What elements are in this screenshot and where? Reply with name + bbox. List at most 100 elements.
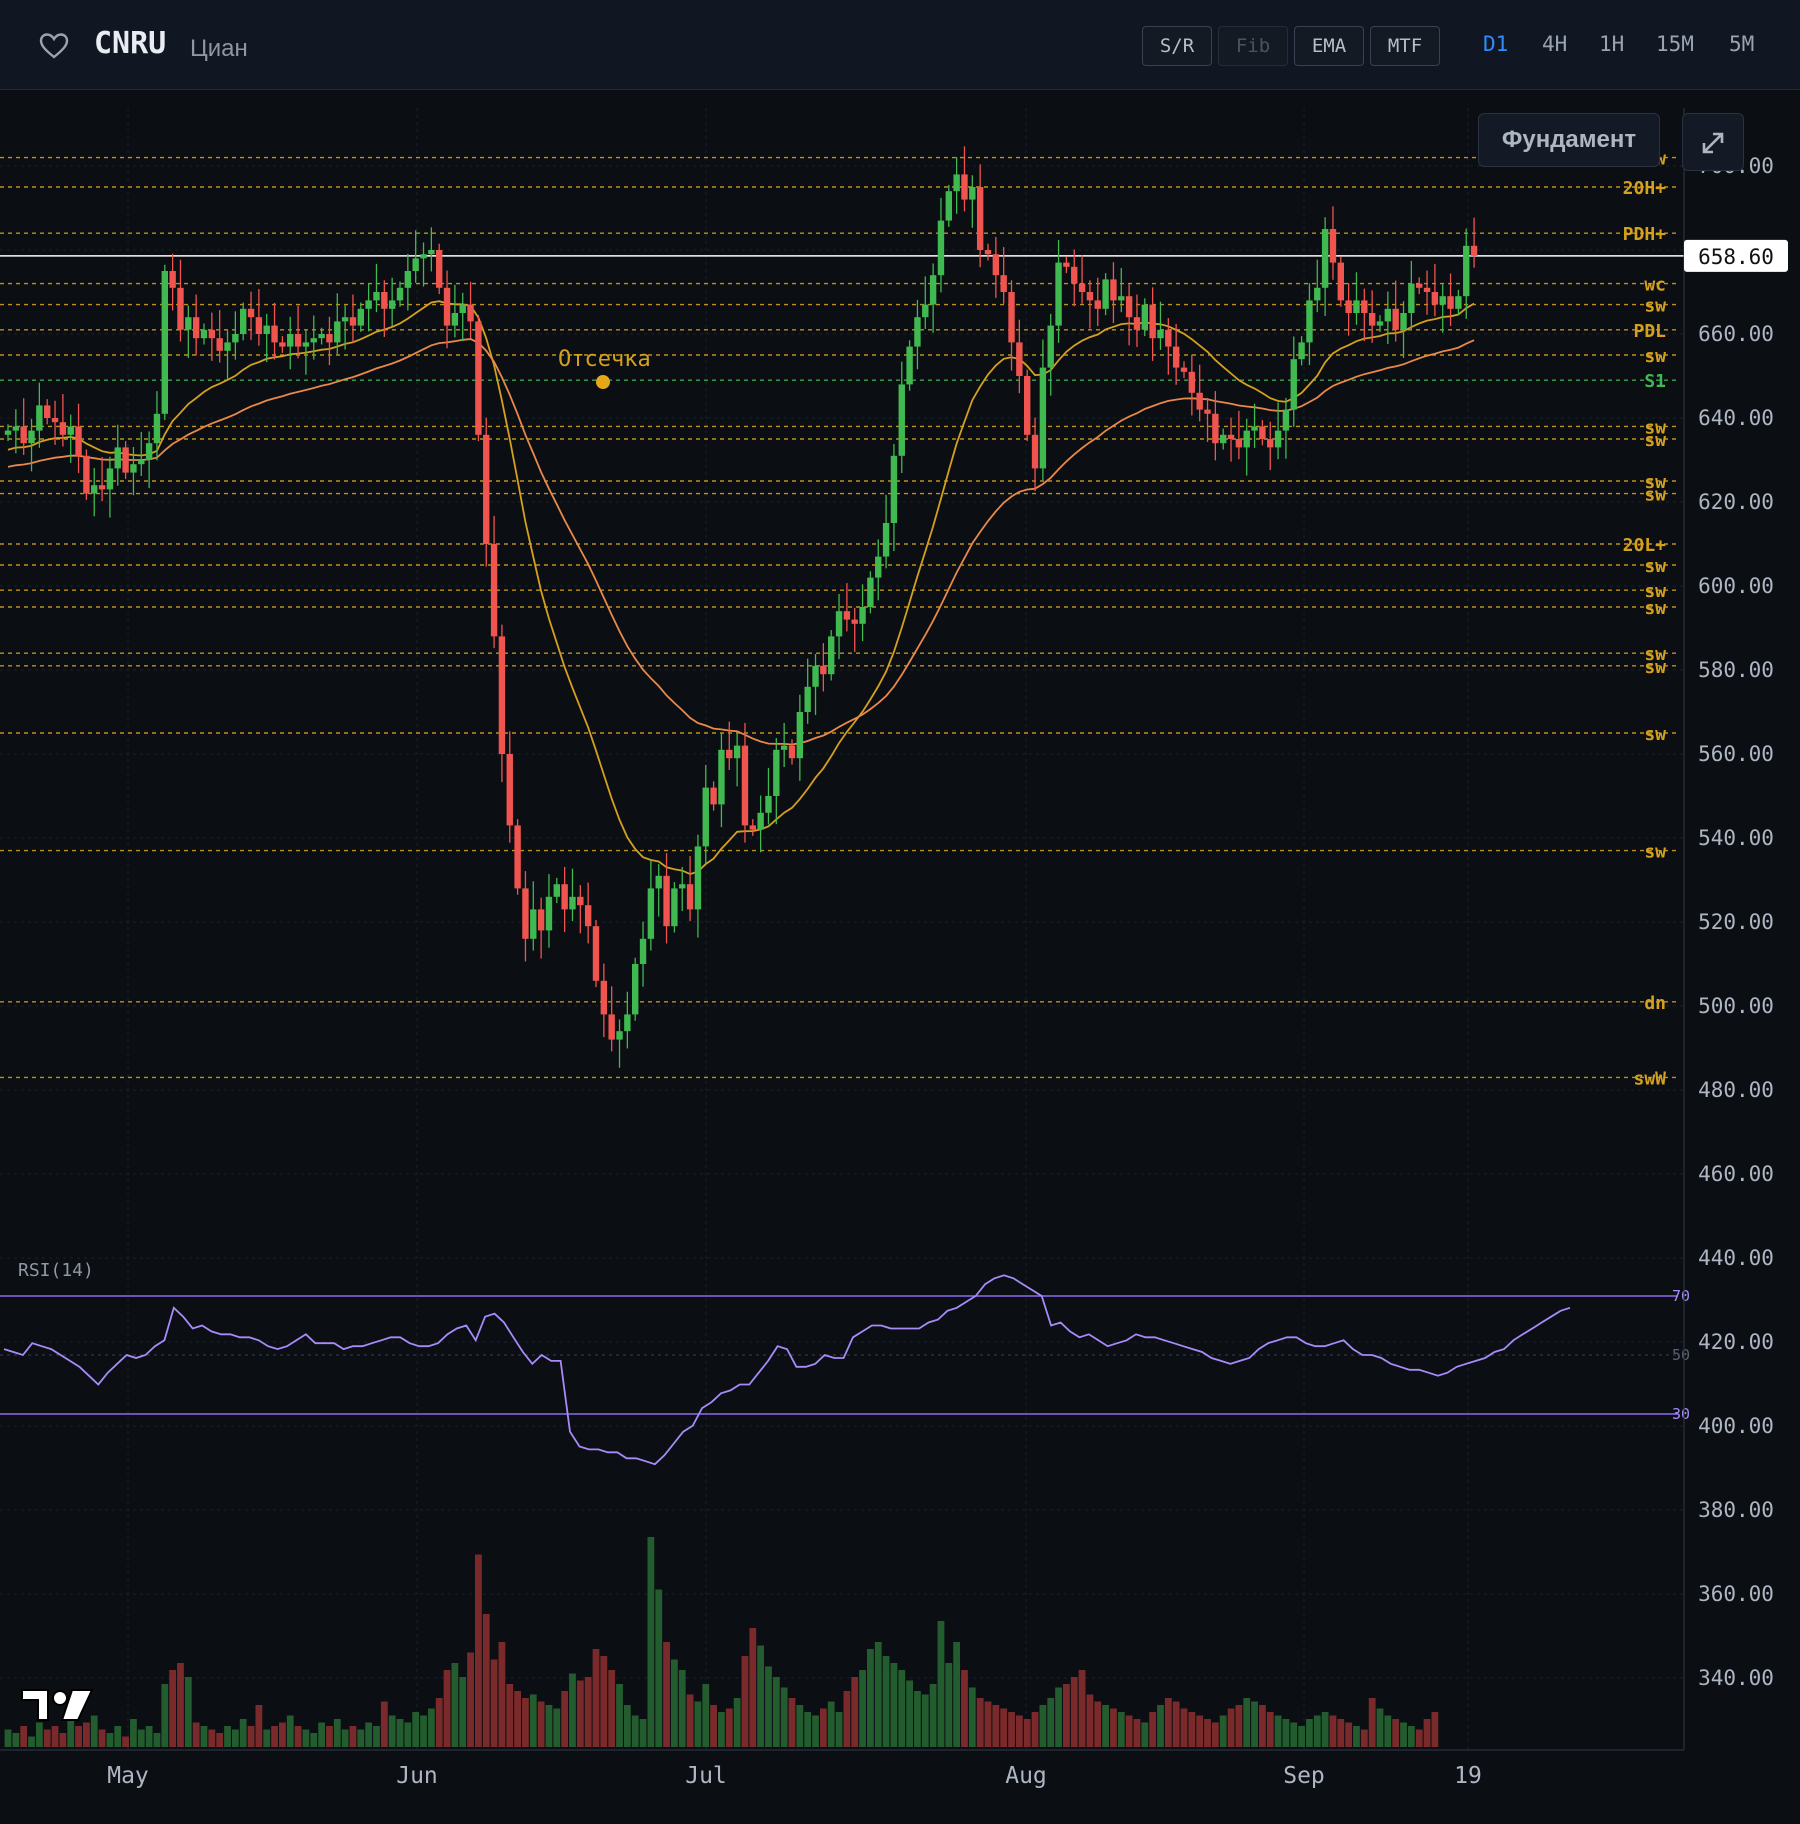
- candle-body: [169, 271, 176, 288]
- volume-bar: [718, 1712, 725, 1747]
- price-tick-label: 580.00: [1698, 658, 1774, 682]
- volume-bar: [623, 1705, 631, 1747]
- volume-bar: [59, 1733, 67, 1747]
- candle-body: [632, 964, 639, 1015]
- volume-bar: [279, 1722, 286, 1747]
- sr-toggle-button[interactable]: S/R: [1142, 26, 1212, 66]
- volume-bar: [451, 1663, 459, 1747]
- candle-body: [600, 980, 608, 1015]
- volume-bar: [28, 1736, 35, 1747]
- volume-bar: [1298, 1726, 1305, 1747]
- volume-bar: [388, 1715, 396, 1747]
- candle-body: [404, 271, 412, 288]
- rsi-label: RSI(14): [18, 1260, 94, 1281]
- candle-body: [467, 304, 474, 322]
- level-label: sw: [1644, 430, 1666, 451]
- volume-bar: [1008, 1712, 1015, 1747]
- expand-icon: [1702, 132, 1724, 154]
- volume-bar: [600, 1656, 608, 1747]
- volume-bar: [1157, 1705, 1164, 1747]
- candle-body: [483, 434, 490, 544]
- volume-bar: [1227, 1708, 1235, 1747]
- candle-body: [381, 292, 388, 309]
- timeframe-5m[interactable]: 5M: [1729, 32, 1754, 56]
- plot-area: [0, 108, 1684, 1824]
- candle-body: [1447, 296, 1454, 309]
- candle-body: [1110, 279, 1117, 301]
- volume-bar: [655, 1589, 663, 1747]
- volume-bar: [522, 1698, 529, 1747]
- candle-body: [1274, 430, 1282, 448]
- candle-body: [624, 1014, 631, 1032]
- volume-bar: [906, 1680, 913, 1747]
- timeframe-d1[interactable]: D1: [1483, 32, 1508, 56]
- volume-bar: [1196, 1715, 1204, 1747]
- volume-bar: [43, 1729, 51, 1747]
- volume-bar: [796, 1705, 804, 1747]
- volume-bar: [961, 1670, 968, 1747]
- volume-bar: [1015, 1715, 1023, 1747]
- candle-body: [757, 812, 764, 830]
- volume-bar: [310, 1733, 318, 1747]
- volume-bar: [780, 1687, 788, 1747]
- candle-body: [1071, 266, 1078, 284]
- volume-bar: [208, 1729, 216, 1747]
- volume-bar: [90, 1715, 98, 1747]
- volume-bar: [819, 1708, 827, 1747]
- volume-bar: [1125, 1715, 1133, 1747]
- volume-bar: [1188, 1712, 1196, 1747]
- level-label: S1: [1644, 371, 1666, 392]
- fib-toggle-button[interactable]: Fib: [1218, 26, 1288, 66]
- level-label: swW: [1633, 1068, 1666, 1089]
- candle-body: [1157, 329, 1164, 339]
- volume-bar: [686, 1694, 694, 1747]
- volume-bar: [945, 1663, 953, 1747]
- candle-body: [1282, 409, 1290, 431]
- candle-body: [161, 271, 168, 414]
- volume-bar: [1431, 1712, 1439, 1747]
- candle-body: [1376, 321, 1384, 326]
- candle-body: [1078, 283, 1086, 292]
- candle-body: [1345, 300, 1352, 313]
- candle-body: [451, 313, 459, 326]
- candle-body: [44, 405, 51, 418]
- volume-bar: [874, 1642, 882, 1747]
- candle-body: [835, 611, 843, 637]
- candle-body: [20, 426, 27, 444]
- level-label: sw: [1644, 724, 1666, 745]
- candle-body: [436, 250, 443, 288]
- expand-button[interactable]: [1682, 113, 1744, 171]
- volume-bar: [380, 1701, 388, 1747]
- volume-bar: [702, 1684, 710, 1747]
- timeframe-4h[interactable]: 4H: [1542, 32, 1567, 56]
- volume-bar: [294, 1726, 302, 1747]
- candle-body: [1251, 426, 1258, 431]
- volume-bar: [647, 1537, 655, 1747]
- candle-body: [114, 447, 121, 469]
- level-label: PDH+: [1623, 224, 1667, 245]
- volume-bar: [435, 1698, 443, 1747]
- level-label: sw: [1644, 346, 1666, 367]
- volume-bar: [1180, 1708, 1188, 1747]
- candle-body: [788, 745, 796, 759]
- volume-bar: [984, 1701, 992, 1747]
- candle-body: [67, 426, 74, 435]
- time-axis-label: Jul: [685, 1763, 727, 1789]
- volume-bar: [1306, 1719, 1313, 1747]
- fundamental-button[interactable]: Фундамент: [1478, 113, 1660, 167]
- timeframe-15m[interactable]: 15M: [1656, 32, 1694, 56]
- price-chart[interactable]: sw20H+PDH+wcswPDLswS1swswswsw20L+swswsws…: [0, 90, 1800, 1824]
- volume-bar: [1274, 1715, 1282, 1747]
- candle-body: [851, 619, 858, 624]
- ema-toggle-button[interactable]: EMA: [1294, 26, 1364, 66]
- candle-body: [459, 304, 466, 313]
- volume-bar: [1282, 1719, 1290, 1747]
- level-label: sw: [1644, 296, 1666, 317]
- candle-body: [961, 174, 968, 200]
- mtf-toggle-button[interactable]: MTF: [1370, 26, 1440, 66]
- volume-bar: [992, 1705, 1000, 1747]
- favorite-heart-icon[interactable]: [38, 30, 70, 62]
- candle-body: [1188, 371, 1196, 393]
- timeframe-1h[interactable]: 1H: [1599, 32, 1624, 56]
- volume-bar: [616, 1684, 623, 1747]
